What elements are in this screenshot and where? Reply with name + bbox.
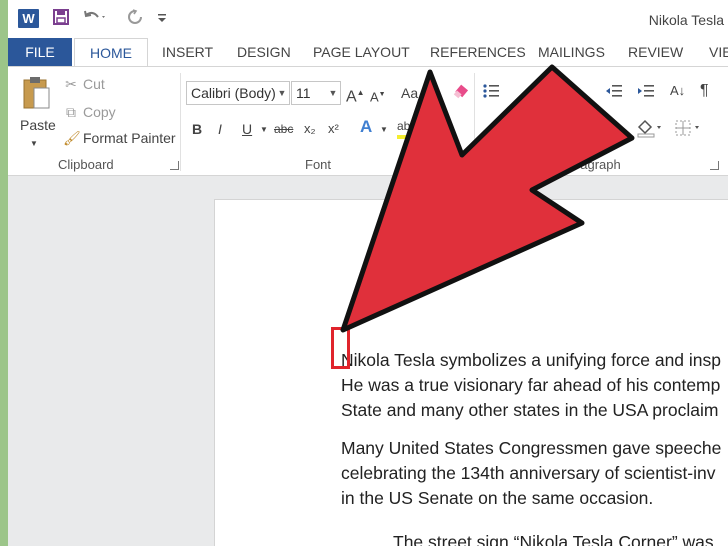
tab-page-layout[interactable]: PAGE LAYOUT xyxy=(313,38,410,66)
paragraph-line: in the US Senate on the same occasion. xyxy=(341,488,654,508)
shading-icon[interactable] xyxy=(636,118,664,142)
tab-insert[interactable]: INSERT xyxy=(162,38,213,66)
font-name-combo[interactable]: Calibri (Body) ▼ xyxy=(186,81,290,105)
tab-file[interactable]: FILE xyxy=(8,38,72,66)
document-page[interactable]: Nikola Tesla symbolizes a unifying force… xyxy=(214,199,728,546)
redo-icon[interactable] xyxy=(126,9,144,29)
format-painter-button[interactable]: Format Painter xyxy=(83,130,176,146)
increase-indent-icon[interactable] xyxy=(637,82,655,104)
justify-icon[interactable] xyxy=(556,119,574,141)
window-frame-left xyxy=(0,0,8,546)
line-spacing-icon[interactable] xyxy=(588,119,614,141)
sort-icon[interactable]: A↓ xyxy=(670,82,685,100)
subscript-button[interactable]: x₂ xyxy=(304,120,316,138)
borders-icon[interactable] xyxy=(674,118,704,142)
save-icon[interactable] xyxy=(52,9,70,29)
paragraph-launcher-icon[interactable] xyxy=(710,161,719,170)
italic-button[interactable]: I xyxy=(218,120,222,138)
text-cursor-highlight xyxy=(331,327,350,369)
text-effects-dropdown-icon[interactable]: ▼ xyxy=(380,121,388,139)
font-name-value: Calibri (Body) xyxy=(191,85,276,101)
underline-dropdown-icon[interactable]: ▼ xyxy=(260,121,268,139)
cut-button[interactable]: Cut xyxy=(83,76,105,92)
copy-icon[interactable]: ⧉ xyxy=(63,103,79,121)
title-bar: W Nikola Tesla xyxy=(8,0,728,38)
paste-dropdown-icon[interactable]: ▼ xyxy=(30,135,38,153)
tab-references[interactable]: REFERENCES xyxy=(430,38,526,66)
paragraph-line: Nikola Tesla symbolizes a unifying force… xyxy=(341,350,722,370)
paragraph-line: The street sign “Nikola Tesla Corner” wa… xyxy=(393,532,714,546)
tab-review[interactable]: REVIEW xyxy=(628,38,683,66)
grow-font-icon[interactable]: A▲ xyxy=(346,84,365,106)
paragraph-line: Many United States Congressmen gave spee… xyxy=(341,438,722,458)
paragraph-line: State and many other states in the USA p… xyxy=(341,400,719,420)
clipboard-group-label: Clipboard xyxy=(58,157,114,172)
change-case-icon[interactable]: Aa xyxy=(401,84,418,102)
grow-font-label: A xyxy=(346,88,357,106)
paragraph-line: celebrating the 134th anniversary of sci… xyxy=(341,463,716,483)
show-formatting-icon[interactable]: ¶ xyxy=(700,82,709,100)
shrink-font-label: A xyxy=(370,89,379,105)
ribbon-home: Paste ▼ ✂ Cut ⧉ Copy 🖌 Format Painter Cl… xyxy=(8,66,728,176)
group-separator xyxy=(180,73,181,171)
superscript-button[interactable]: x² xyxy=(328,120,339,138)
tab-view[interactable]: VIE xyxy=(709,38,728,66)
copy-button[interactable]: Copy xyxy=(83,104,116,120)
font-group-label: Font xyxy=(305,157,332,172)
window-title: Nikola Tesla xyxy=(648,12,724,28)
clear-formatting-icon[interactable] xyxy=(452,83,470,105)
strikethrough-button[interactable]: abc xyxy=(274,120,293,138)
font-name-dropdown-icon[interactable]: ▼ xyxy=(275,82,289,104)
shrink-font-icon[interactable]: A▼ xyxy=(370,86,386,106)
word-logo-icon[interactable]: W xyxy=(18,9,39,28)
bullets-icon[interactable] xyxy=(482,82,500,104)
underline-button[interactable]: U xyxy=(242,120,252,138)
paragraph-group-label: Paragraph xyxy=(560,157,621,172)
paragraph-line: He was a true visionary far ahead of his… xyxy=(341,375,721,395)
font-size-combo[interactable]: 11 ▼ xyxy=(291,81,341,105)
text-effects-icon[interactable]: A xyxy=(360,118,372,136)
font-size-value: 11 xyxy=(296,85,311,101)
decrease-indent-icon[interactable] xyxy=(605,82,623,104)
customize-icon[interactable] xyxy=(156,9,168,29)
paste-button[interactable]: Paste xyxy=(20,117,56,133)
clipboard-launcher-icon[interactable] xyxy=(170,161,179,170)
group-separator xyxy=(474,73,475,171)
tab-design[interactable]: DESIGN xyxy=(237,38,291,66)
format-painter-icon[interactable]: 🖌 xyxy=(63,129,81,147)
bold-button[interactable]: B xyxy=(192,120,202,138)
font-size-dropdown-icon[interactable]: ▼ xyxy=(326,82,340,104)
tab-mailings[interactable]: MAILINGS xyxy=(538,38,605,66)
undo-icon[interactable] xyxy=(82,9,108,29)
paste-icon[interactable] xyxy=(22,75,52,111)
cut-icon[interactable]: ✂ xyxy=(63,75,79,93)
document-area: Nikola Tesla symbolizes a unifying force… xyxy=(8,177,728,546)
tab-home[interactable]: HOME xyxy=(74,38,148,67)
ribbon-tabs: FILE HOME INSERT DESIGN PAGE LAYOUT REFE… xyxy=(8,38,728,67)
highlight-icon[interactable]: ab xyxy=(397,117,411,139)
